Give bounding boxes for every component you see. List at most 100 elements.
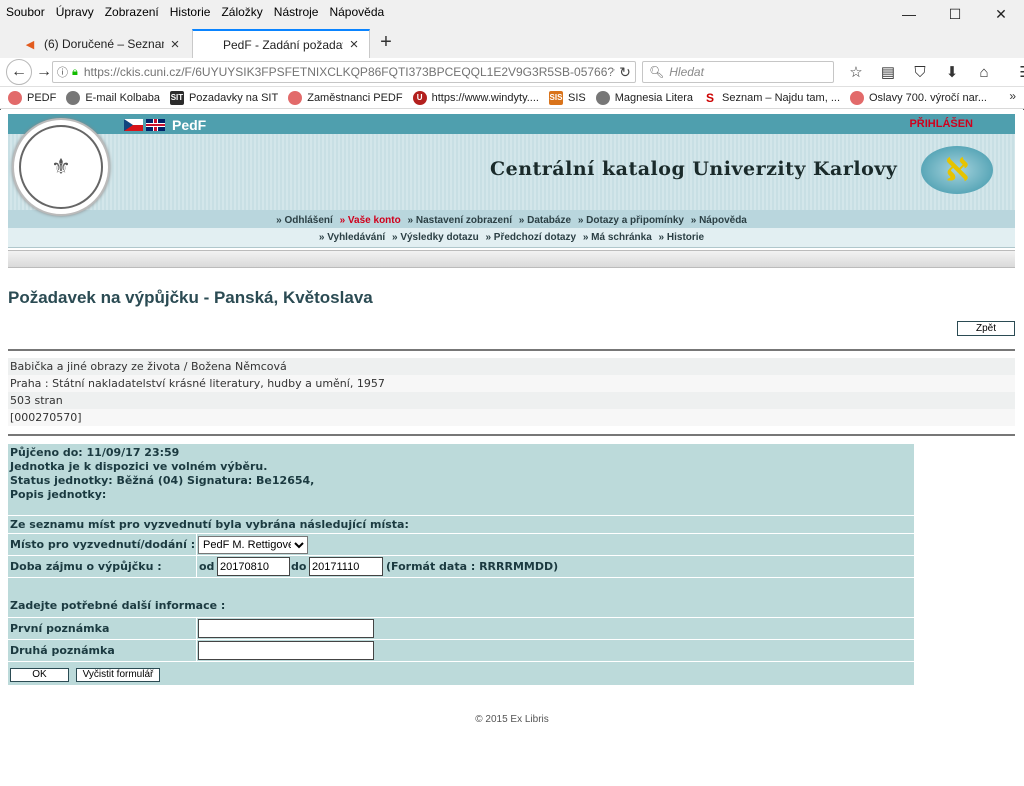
info-icon[interactable]: ⓘ bbox=[57, 64, 68, 80]
search-input[interactable]: 🔍︎ Hledat bbox=[642, 61, 834, 83]
hamburger-menu-icon[interactable]: ☰ bbox=[1010, 60, 1024, 84]
note2-row: Druhá poznámka bbox=[8, 639, 914, 661]
url-bar[interactable]: ⓘ 🔒︎ https://ckis.cuni.cz/F/6UYUYSIK3FPS… bbox=[52, 61, 636, 83]
menu-historie[interactable]: Historie bbox=[170, 5, 211, 19]
bookmark-label: Magnesia Litera bbox=[614, 91, 693, 104]
bookmarks-bar: PEDF E-mail Kolbaba SIT Pozadavky na SIT … bbox=[0, 87, 1024, 109]
note1-row: První poznámka bbox=[8, 617, 914, 639]
back-page-button[interactable]: Zpět bbox=[957, 321, 1015, 336]
bookmark-item[interactable]: PEDF bbox=[8, 90, 57, 105]
nav-odhlaseni[interactable]: » Odhlášení bbox=[276, 215, 333, 226]
globe-icon bbox=[66, 90, 81, 105]
nav-nastaveni-zobrazeni[interactable]: » Nastavení zobrazení bbox=[408, 215, 512, 226]
bookmark-label: PEDF bbox=[27, 91, 57, 104]
from-label: od bbox=[199, 560, 215, 573]
interest-label: Doba zájmu o výpůjčku : bbox=[10, 560, 162, 573]
new-tab-button[interactable]: + bbox=[376, 31, 396, 54]
bookmark-item[interactable]: Uhttps://www.windyty.... bbox=[412, 90, 539, 105]
buttons-row: OK Vyčistit formulář bbox=[8, 661, 914, 685]
close-tab-icon[interactable]: × bbox=[347, 36, 361, 53]
bookmark-item[interactable]: Zaměstnanci PEDF bbox=[288, 90, 403, 105]
back-button[interactable]: ← bbox=[6, 59, 32, 85]
blank-page-icon bbox=[201, 37, 217, 53]
pocket-icon[interactable]: ⛉ bbox=[904, 60, 936, 84]
item-description-text: Popis jednotky: bbox=[10, 488, 107, 501]
bookmark-star-icon[interactable]: ☆ bbox=[840, 60, 872, 84]
from-date-input[interactable] bbox=[217, 557, 290, 576]
nav-predchozi-dotazy[interactable]: » Předchozí dotazy bbox=[485, 232, 576, 243]
page-title: Požadavek na výpůjčku - Panská, Květosla… bbox=[8, 288, 373, 307]
nav-dotazy[interactable]: » Dotazy a připomínky bbox=[578, 215, 684, 226]
menu-bar: Soubor Úpravy Zobrazení Historie Záložky… bbox=[0, 0, 1024, 24]
reader-view-icon[interactable]: ▤ bbox=[872, 60, 904, 84]
seznam-icon: ◀ bbox=[25, 38, 35, 51]
toolbar-icons: ☆ ▤ ⛉ ⬇ ⌂ ☰ bbox=[840, 60, 1024, 84]
note2-input[interactable] bbox=[198, 641, 374, 660]
download-icon[interactable]: ⬇ bbox=[936, 60, 968, 84]
additional-info-label: Zadejte potřebné další informace : bbox=[10, 599, 226, 612]
header-banner: PedF PŘIHLÁŠEN Centrální katalog Univerz… bbox=[8, 114, 1015, 244]
interest-period-row: Doba zájmu o výpůjčku : od do (Formát da… bbox=[8, 555, 914, 577]
nav-vase-konto[interactable]: » Vaše konto bbox=[340, 215, 401, 226]
banner-title-area: Centrální katalog Univerzity Karlovy ℵ bbox=[8, 134, 1015, 210]
czech-flag-icon[interactable] bbox=[124, 119, 143, 131]
bookmark-item[interactable]: SIT Pozadavky na SIT bbox=[169, 90, 278, 105]
item-info: Půjčeno do: 11/09/17 23:59 Jednotka je k… bbox=[10, 446, 314, 502]
nav-databaze[interactable]: » Databáze bbox=[519, 215, 571, 226]
tab-pedf-request[interactable]: PedF - Zadání požadavku na × bbox=[192, 29, 370, 58]
navigation-toolbar: ← → ⓘ 🔒︎ https://ckis.cuni.cz/F/6UYUYSIK… bbox=[0, 58, 1024, 87]
globe-icon bbox=[595, 90, 610, 105]
clear-form-button[interactable]: Vyčistit formulář bbox=[76, 668, 160, 682]
pickup-label: Místo pro vyzvednutí/dodání : bbox=[10, 538, 196, 551]
reload-icon[interactable]: ↻ bbox=[615, 64, 635, 81]
pickup-notice-row: Ze seznamu míst pro vyzvednutí byla vybr… bbox=[8, 515, 914, 533]
banner-top-strip: PedF PŘIHLÁŠEN bbox=[8, 114, 1015, 134]
bookmark-item[interactable]: S Seznam – Najdu tam, ... bbox=[703, 90, 840, 105]
pickup-notice: Ze seznamu míst pro vyzvednutí byla vybr… bbox=[10, 518, 409, 531]
bookmark-item[interactable]: E-mail Kolbaba bbox=[66, 90, 160, 105]
bookmark-item[interactable]: Oslavy 700. výročí nar... bbox=[850, 90, 987, 105]
lock-icon: 🔒︎ bbox=[72, 65, 78, 78]
nav-historie[interactable]: » Historie bbox=[659, 232, 705, 243]
divider bbox=[8, 434, 1015, 436]
column-divider bbox=[196, 640, 197, 661]
menu-nastroje[interactable]: Nástroje bbox=[274, 5, 319, 19]
nav-vysledky-dotazu[interactable]: » Výsledky dotazu bbox=[392, 232, 479, 243]
footer-copyright: © 2015 Ex Libris bbox=[475, 714, 549, 725]
page-content: PedF PŘIHLÁŠEN Centrální katalog Univerz… bbox=[0, 110, 1024, 786]
home-icon[interactable]: ⌂ bbox=[968, 60, 1000, 84]
menu-zobrazeni[interactable]: Zobrazení bbox=[105, 5, 159, 19]
bookmark-label: https://www.windyty.... bbox=[431, 91, 539, 104]
url-text[interactable]: https://ckis.cuni.cz/F/6UYUYSIK3FPSFETNI… bbox=[84, 65, 615, 79]
bookmark-item[interactable]: SIS SIS bbox=[548, 90, 586, 105]
pickup-location-select[interactable]: PedF M. Rettigové bbox=[198, 536, 308, 554]
ok-button[interactable]: OK bbox=[10, 668, 69, 682]
to-date-input[interactable] bbox=[309, 557, 383, 576]
bookmark-label: Zaměstnanci PEDF bbox=[307, 91, 403, 104]
language-switcher: PedF bbox=[124, 117, 206, 133]
column-divider bbox=[196, 618, 197, 639]
note1-input[interactable] bbox=[198, 619, 374, 638]
aleph-logo: ℵ bbox=[921, 146, 993, 194]
university-seal-logo: ⚜ bbox=[12, 118, 110, 216]
close-tab-icon[interactable]: × bbox=[168, 36, 182, 53]
menu-upravy[interactable]: Úpravy bbox=[56, 5, 94, 19]
nav-vyhledavani[interactable]: » Vyhledávání bbox=[319, 232, 385, 243]
tab-seznam-email[interactable]: ◀ (6) Doručené – Seznam Ema × bbox=[14, 30, 190, 58]
nav-ma-schranka[interactable]: » Má schránka bbox=[583, 232, 652, 243]
uk-flag-icon[interactable] bbox=[146, 119, 165, 131]
more-bookmarks-icon[interactable]: » bbox=[1009, 89, 1016, 103]
tab-bar: ◀ (6) Doručené – Seznam Ema × PedF - Zad… bbox=[0, 24, 1024, 58]
bib-title: Babička a jiné obrazy ze života / Božena… bbox=[8, 358, 1015, 375]
menu-zalozky[interactable]: Záložky bbox=[221, 5, 262, 19]
column-divider bbox=[196, 556, 197, 577]
nav-napoveda[interactable]: » Nápověda bbox=[691, 215, 747, 226]
request-form: Půjčeno do: 11/09/17 23:59 Jednotka je k… bbox=[8, 444, 914, 685]
secondary-nav: » Vyhledávání » Výsledky dotazu » Předch… bbox=[8, 228, 1015, 248]
note1-label: První poznámka bbox=[10, 622, 110, 635]
to-label: do bbox=[291, 560, 307, 573]
menu-soubor[interactable]: Soubor bbox=[6, 5, 45, 19]
bookmark-item[interactable]: Magnesia Litera bbox=[595, 90, 693, 105]
pickup-row: Místo pro vyzvednutí/dodání : PedF M. Re… bbox=[8, 533, 914, 555]
menu-napoveda[interactable]: Nápověda bbox=[329, 5, 384, 19]
